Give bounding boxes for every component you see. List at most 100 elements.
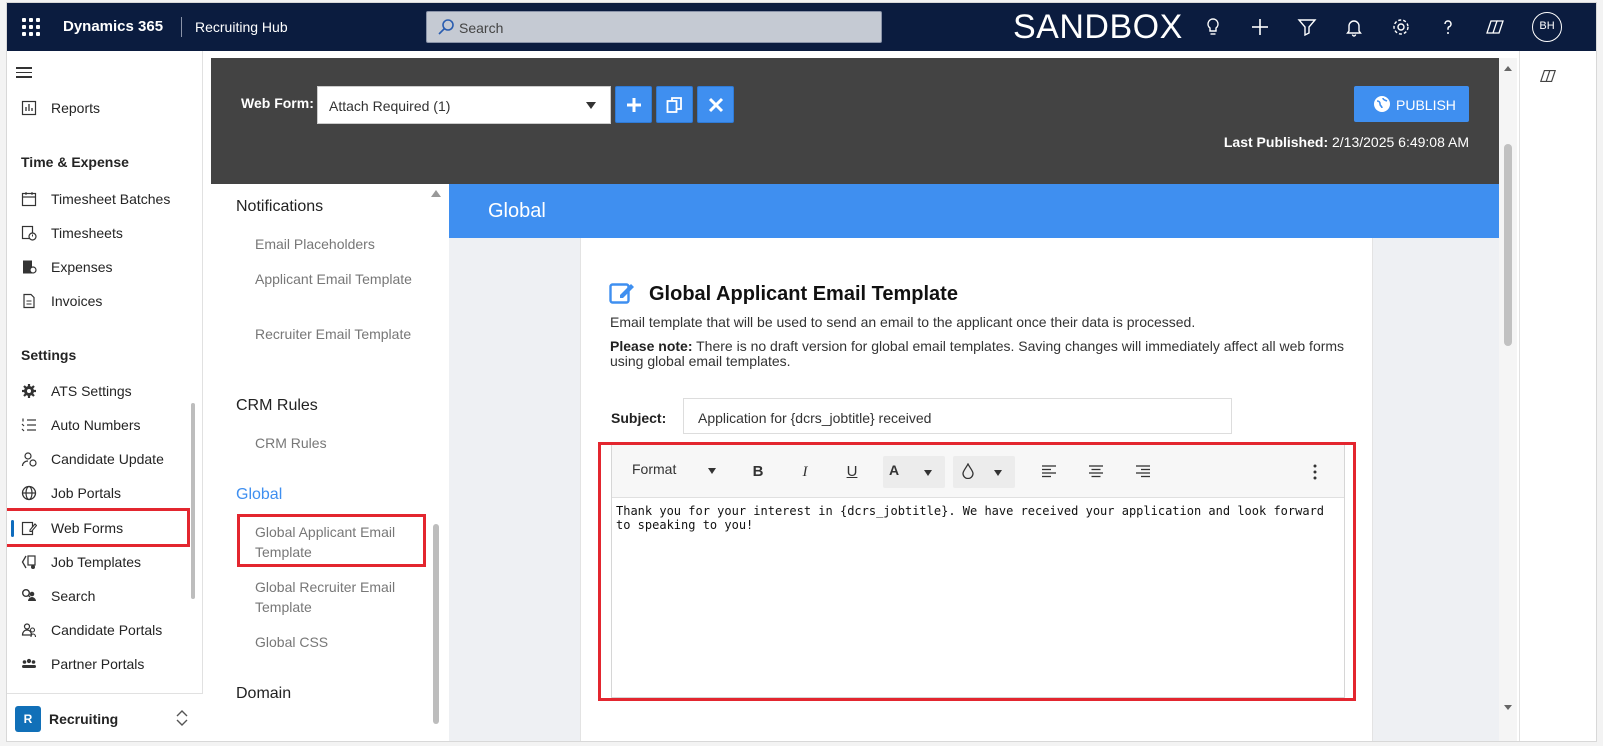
- subject-value: Application for {dcrs_jobtitle} received: [698, 410, 932, 426]
- nav-item-job-portals[interactable]: Job Portals: [7, 477, 203, 509]
- nav-item-expenses[interactable]: Expenses: [7, 251, 203, 283]
- scroll-up-arrow-icon[interactable]: [431, 190, 441, 197]
- nav-item-job-templates[interactable]: Job Templates: [7, 546, 203, 578]
- search-people-icon: [22, 589, 36, 601]
- app-launcher-icon[interactable]: [19, 15, 43, 39]
- main-scrollbar[interactable]: [1499, 58, 1517, 741]
- app-name[interactable]: Recruiting Hub: [195, 19, 288, 35]
- expenses-icon: [23, 260, 37, 274]
- section-title: Global: [488, 200, 546, 222]
- nav-item-label: Invoices: [51, 293, 103, 309]
- copy-icon: [666, 97, 682, 113]
- nav-item-label: Candidate Portals: [51, 622, 163, 638]
- nav-item-label: Timesheet Batches: [51, 191, 171, 207]
- nav-item-label: Partner Portals: [51, 656, 145, 672]
- lightbulb-icon[interactable]: [1203, 17, 1223, 37]
- settings-item-global-css[interactable]: Global CSS: [255, 632, 425, 652]
- web-form-select[interactable]: Attach Required (1): [317, 86, 611, 124]
- nav-item-auto-numbers[interactable]: Auto Numbers: [7, 409, 203, 441]
- area-initial-badge: R: [15, 706, 41, 732]
- help-icon[interactable]: [1438, 17, 1458, 37]
- scroll-up-arrow-icon[interactable]: [1503, 64, 1513, 72]
- globe-icon: [1374, 96, 1390, 112]
- right-rail: [1519, 51, 1596, 741]
- template-note: Please note: There is no draft version f…: [610, 339, 1350, 369]
- nav-item-timesheets[interactable]: Timesheets: [7, 217, 203, 249]
- template-description: Email template that will be used to send…: [610, 314, 1196, 330]
- nav-item-label: ATS Settings: [51, 383, 132, 399]
- settings-navigation: Notifications Email Placeholders Applica…: [211, 184, 449, 741]
- highlight-global-applicant-template: [237, 514, 426, 567]
- brand-name[interactable]: Dynamics 365: [63, 18, 163, 35]
- subject-label: Subject:: [611, 410, 667, 426]
- settings-item-global-recruiter-email-template[interactable]: Global Recruiter Email Template: [255, 577, 425, 617]
- nav-item-timesheet-batches[interactable]: Timesheet Batches: [7, 183, 203, 215]
- nav-item-label: Auto Numbers: [51, 417, 141, 433]
- settings-item-applicant-email-template[interactable]: Applicant Email Template: [255, 269, 425, 289]
- nav-item-label: Candidate Update: [51, 451, 164, 467]
- copilot-icon[interactable]: [1539, 67, 1557, 85]
- delete-web-form-button[interactable]: [697, 86, 734, 123]
- settings-item-recruiter-email-template[interactable]: Recruiter Email Template: [255, 324, 425, 344]
- nav-item-label: Job Portals: [51, 485, 122, 501]
- settings-nav-scrollbar[interactable]: [433, 524, 439, 724]
- people-icon: [21, 623, 37, 638]
- main-area: Web Form: Attach Required (1) PUBLISH La…: [211, 58, 1517, 741]
- bell-icon[interactable]: [1344, 17, 1364, 37]
- plus-icon[interactable]: [1250, 17, 1270, 37]
- settings-group-notifications[interactable]: Notifications: [236, 198, 323, 216]
- numbered-list-icon: [21, 418, 36, 432]
- hamburger-menu-icon[interactable]: [16, 67, 32, 79]
- area-switcher[interactable]: R Recruiting: [7, 693, 203, 741]
- scrollbar-thumb[interactable]: [1504, 144, 1512, 346]
- nav-item-invoices[interactable]: Invoices: [7, 285, 203, 317]
- web-form-label: Web Form:: [241, 95, 314, 111]
- settings-group-global[interactable]: Global: [236, 486, 282, 504]
- template-icon: [21, 555, 36, 569]
- add-web-form-button[interactable]: [615, 86, 652, 123]
- web-form-selected-value: Attach Required (1): [329, 98, 451, 114]
- nav-item-reports[interactable]: Reports: [7, 92, 203, 124]
- nav-item-label: Expenses: [51, 259, 113, 275]
- avatar[interactable]: BH: [1532, 12, 1562, 42]
- search-placeholder: Search: [459, 20, 504, 36]
- copy-web-form-button[interactable]: [656, 86, 693, 123]
- gear-icon: [22, 384, 36, 398]
- search-input[interactable]: Search: [426, 11, 882, 43]
- nav-item-partner-portals[interactable]: Partner Portals: [7, 648, 203, 680]
- settings-item-email-placeholders[interactable]: Email Placeholders: [255, 234, 425, 254]
- note-text: There is no draft version for global ema…: [610, 338, 1345, 369]
- filter-icon[interactable]: [1297, 17, 1317, 37]
- settings-item-crm-rules[interactable]: CRM Rules: [255, 433, 425, 453]
- calendar-icon: [21, 192, 37, 207]
- last-published-value: 2/13/2025 6:49:08 AM: [1332, 134, 1469, 150]
- nav-item-search[interactable]: Search: [7, 580, 203, 612]
- gear-icon[interactable]: [1391, 17, 1411, 37]
- settings-group-crm-rules[interactable]: CRM Rules: [236, 397, 318, 415]
- chevron-down-icon: [586, 102, 596, 109]
- divider: [181, 17, 182, 37]
- settings-group-domain[interactable]: Domain: [236, 685, 291, 703]
- subject-field[interactable]: Application for {dcrs_jobtitle} received: [683, 398, 1232, 434]
- nav-scrollbar[interactable]: [191, 403, 195, 599]
- nav-item-candidate-portals[interactable]: Candidate Portals: [7, 614, 203, 646]
- reports-icon: [21, 100, 37, 116]
- close-icon: [708, 97, 724, 113]
- publish-button[interactable]: PUBLISH: [1354, 86, 1469, 122]
- nav-item-label: Timesheets: [51, 225, 123, 241]
- nav-group-heading: Settings: [21, 347, 77, 363]
- top-bar: Dynamics 365 Recruiting Hub Search SANDB…: [7, 3, 1596, 51]
- group-icon: [22, 658, 36, 668]
- note-label: Please note:: [610, 338, 693, 354]
- search-icon: [438, 19, 454, 35]
- nav-item-label: Search: [51, 588, 96, 604]
- globe-icon: [21, 485, 37, 501]
- copilot-icon[interactable]: [1485, 17, 1505, 37]
- nav-item-ats-settings[interactable]: ATS Settings: [7, 375, 203, 407]
- section-banner: Global: [449, 184, 1499, 238]
- nav-group-heading: Time & Expense: [21, 154, 129, 170]
- chevron-up-down-icon: [176, 710, 188, 726]
- scroll-down-arrow-icon[interactable]: [1503, 704, 1513, 712]
- highlight-web-forms: [7, 508, 190, 547]
- nav-item-candidate-update[interactable]: Candidate Update: [7, 443, 203, 475]
